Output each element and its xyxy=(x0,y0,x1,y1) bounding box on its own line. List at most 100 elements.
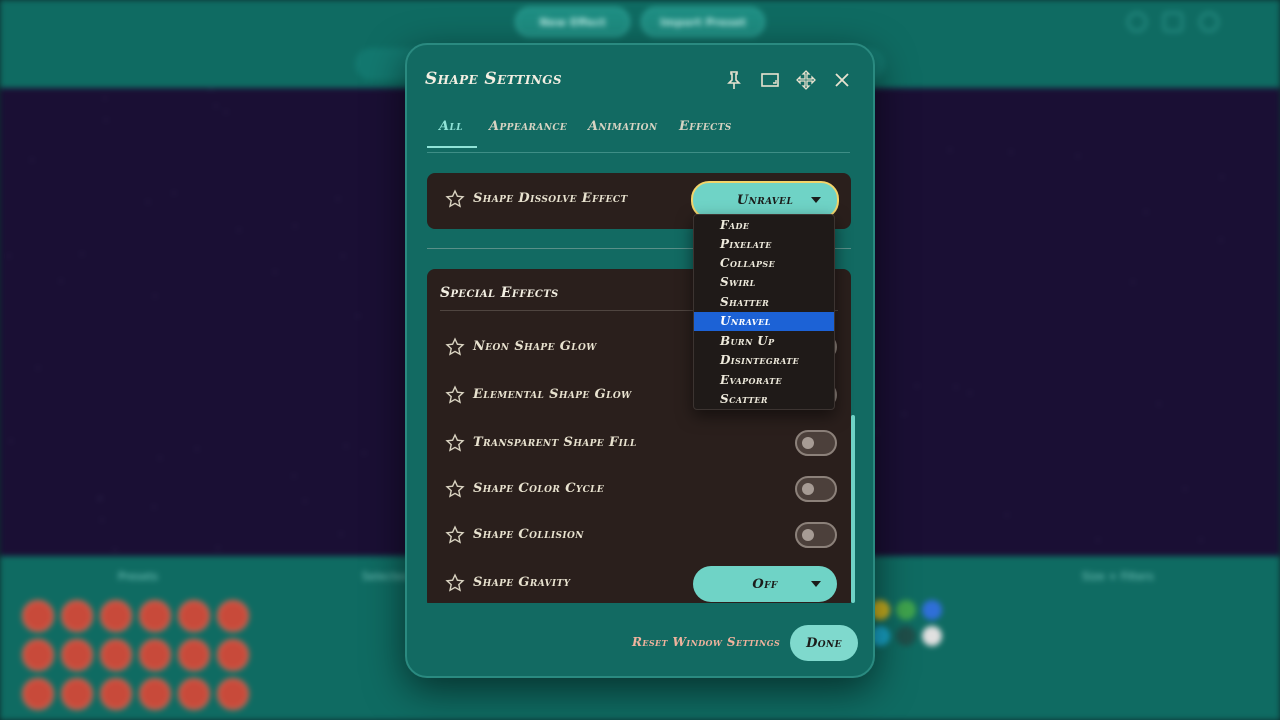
background-close-icon xyxy=(1235,12,1255,32)
shape-gravity-value: Off xyxy=(752,576,778,592)
background-preset-circle xyxy=(139,678,171,710)
star-icon[interactable] xyxy=(445,479,465,499)
menu-option-scatter[interactable]: Scatter xyxy=(694,390,834,409)
background-star-dot xyxy=(337,198,339,200)
background-star-dot xyxy=(304,500,306,502)
background-star-dot xyxy=(100,497,102,499)
dissolve-effect-value: Unravel xyxy=(736,192,794,208)
star-icon[interactable] xyxy=(445,337,465,357)
background-preset-circle xyxy=(178,600,210,632)
background-calendar-icon xyxy=(1163,12,1183,32)
background-star-dot xyxy=(955,386,957,388)
background-star-dot xyxy=(1010,151,1012,153)
close-icon[interactable] xyxy=(829,67,855,93)
special-effects-title: Special Effects xyxy=(440,285,559,301)
background-button-label: New Effect xyxy=(539,15,606,29)
transparent-shape-fill-toggle[interactable] xyxy=(795,430,837,456)
shape-collision-toggle[interactable] xyxy=(795,522,837,548)
active-tab-indicator xyxy=(427,146,477,148)
menu-option-swirl[interactable]: Swirl xyxy=(694,273,834,292)
background-presets-label: Presets xyxy=(118,570,159,583)
tab-animation[interactable]: Animation xyxy=(588,119,658,149)
star-icon[interactable] xyxy=(445,189,465,209)
background-star-dot xyxy=(105,119,107,121)
background-star-dot xyxy=(60,280,62,282)
background-preset-circle xyxy=(217,678,249,710)
menu-option-evaporate[interactable]: Evaporate xyxy=(694,371,834,390)
background-star-dot xyxy=(238,229,240,231)
background-star-dot xyxy=(1200,539,1202,541)
background-star-dot xyxy=(916,385,918,387)
background-star-dot xyxy=(1077,155,1079,157)
neon-shape-glow-label: Neon Shape Glow xyxy=(473,339,597,354)
toggle-knob xyxy=(802,437,814,449)
background-star-dot xyxy=(293,475,295,477)
dialog-title: Shape Settings xyxy=(425,69,562,89)
star-icon[interactable] xyxy=(445,525,465,545)
background-button-label: Import Preset xyxy=(660,15,746,29)
background-star-dot xyxy=(8,255,10,257)
shape-color-cycle-toggle[interactable] xyxy=(795,476,837,502)
move-icon[interactable] xyxy=(793,67,819,93)
dissolve-effect-menu: Fade Pixelate Collapse Swirl Shatter Unr… xyxy=(693,214,835,410)
background-star-dot xyxy=(196,448,198,450)
background-star-dot xyxy=(81,253,83,255)
background-preset-circle xyxy=(61,639,93,671)
background-star-dot xyxy=(210,88,212,90)
menu-option-unravel[interactable]: Unravel xyxy=(694,312,834,331)
star-icon[interactable] xyxy=(445,385,465,405)
star-icon[interactable] xyxy=(445,573,465,593)
background-preset-circle xyxy=(178,639,210,671)
menu-option-burn-up[interactable]: Burn Up xyxy=(694,332,834,351)
background-help-icon xyxy=(1199,12,1219,32)
tab-appearance[interactable]: Appearance xyxy=(489,119,567,149)
background-preset-circle xyxy=(100,678,132,710)
scrollbar-thumb[interactable] xyxy=(851,415,855,603)
menu-option-collapse[interactable]: Collapse xyxy=(694,254,834,273)
pin-icon[interactable] xyxy=(721,67,747,93)
star-icon[interactable] xyxy=(445,433,465,453)
toggle-knob xyxy=(802,483,814,495)
background-preset-circle xyxy=(139,600,171,632)
background-star-dot xyxy=(1220,239,1222,241)
transparent-shape-fill-label: Transparent Shape Fill xyxy=(473,435,637,450)
background-star-dot xyxy=(153,506,155,508)
shape-gravity-label: Shape Gravity xyxy=(473,575,571,590)
caret-down-icon xyxy=(811,581,821,587)
background-preset-circle xyxy=(139,639,171,671)
background-star-dot xyxy=(345,445,347,447)
background-size-label: Size + Filters xyxy=(1082,570,1154,583)
background-color-swatch xyxy=(896,626,916,646)
background-star-dot xyxy=(173,192,175,194)
shape-gravity-select[interactable]: Off xyxy=(693,566,837,602)
background-star-dot xyxy=(949,149,951,151)
background-star-dot xyxy=(225,111,227,113)
background-star-dot xyxy=(1184,488,1186,490)
background-star-dot xyxy=(104,97,106,99)
menu-option-pixelate[interactable]: Pixelate xyxy=(694,235,834,254)
tab-effects[interactable]: Effects xyxy=(679,119,732,149)
reset-window-settings-link[interactable]: Reset Window Settings xyxy=(632,635,780,649)
background-star-dot xyxy=(294,225,296,227)
aspect-ratio-icon[interactable] xyxy=(757,67,783,93)
done-button[interactable]: Done xyxy=(790,625,858,661)
menu-option-fade[interactable]: Fade xyxy=(694,216,834,235)
tab-all[interactable]: All xyxy=(439,119,463,149)
background-star-dot xyxy=(357,315,359,317)
menu-option-shatter[interactable]: Shatter xyxy=(694,293,834,312)
background-star-dot xyxy=(10,440,12,442)
shape-collision-label: Shape Collision xyxy=(473,527,584,542)
background-star-dot xyxy=(147,201,149,203)
background-star-dot xyxy=(363,452,365,454)
background-preset-circle xyxy=(22,678,54,710)
background-star-dot xyxy=(1145,211,1147,213)
background-preset-circle xyxy=(22,600,54,632)
background-star-dot xyxy=(114,549,116,551)
background-star-dot xyxy=(154,295,156,297)
menu-option-disintegrate[interactable]: Disintegrate xyxy=(694,351,834,370)
background-star-dot xyxy=(215,105,217,107)
background-new-effect-button: New Effect xyxy=(515,7,630,37)
shape-color-cycle-label: Shape Color Cycle xyxy=(473,481,605,496)
background-star-dot xyxy=(342,255,344,257)
background-star-dot xyxy=(340,533,342,535)
